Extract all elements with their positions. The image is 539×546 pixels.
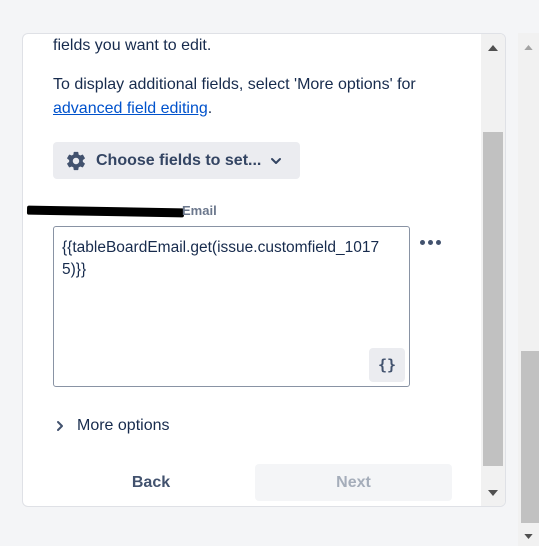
- back-button[interactable]: Back: [97, 464, 205, 502]
- page-scrollbar[interactable]: [518, 33, 539, 546]
- panel-scrollbar-thumb[interactable]: [483, 132, 503, 466]
- chevron-down-icon: [271, 157, 282, 164]
- dot: [428, 239, 433, 245]
- info-link-line: advanced field editing.: [53, 100, 212, 118]
- page-scrollbar-thumb[interactable]: [521, 351, 539, 523]
- link-suffix: .: [207, 100, 213, 117]
- choose-fields-label: Choose fields to set...: [96, 151, 262, 169]
- panel-scrollbar[interactable]: [481, 34, 505, 506]
- info-text: To display additional fields, select 'Mo…: [53, 76, 416, 93]
- field-value-text: {{tableBoardEmail.get(issue.customfield_…: [62, 239, 380, 278]
- next-button[interactable]: Next: [255, 464, 452, 501]
- field-value-textarea[interactable]: {{tableBoardEmail.get(issue.customfield_…: [53, 226, 410, 387]
- page-scroll-up-arrow-icon[interactable]: [518, 37, 539, 57]
- gear-icon: [67, 151, 85, 170]
- page-scroll-down-arrow-icon[interactable]: [518, 526, 539, 546]
- more-options-label: More options: [77, 417, 170, 434]
- choose-fields-button[interactable]: Choose fields to set...: [53, 142, 300, 179]
- smart-value-button[interactable]: {}: [369, 348, 405, 382]
- chevron-right-icon: [57, 421, 63, 431]
- edit-issue-panel: fields you want to edit. To display addi…: [22, 33, 506, 507]
- more-horizontal-icon[interactable]: [420, 236, 444, 248]
- scroll-up-arrow-icon[interactable]: [481, 37, 505, 59]
- dot: [436, 239, 441, 245]
- redaction-mark: [26, 205, 185, 218]
- panel-scroll-content: fields you want to edit. To display addi…: [23, 34, 481, 506]
- more-options-toggle[interactable]: More options: [55, 417, 170, 435]
- field-label: Email: [182, 203, 217, 218]
- advanced-field-editing-link[interactable]: advanced field editing: [53, 100, 208, 117]
- intro-text: fields you want to edit.: [53, 37, 212, 54]
- scroll-down-arrow-icon[interactable]: [481, 482, 505, 504]
- dot: [420, 239, 425, 245]
